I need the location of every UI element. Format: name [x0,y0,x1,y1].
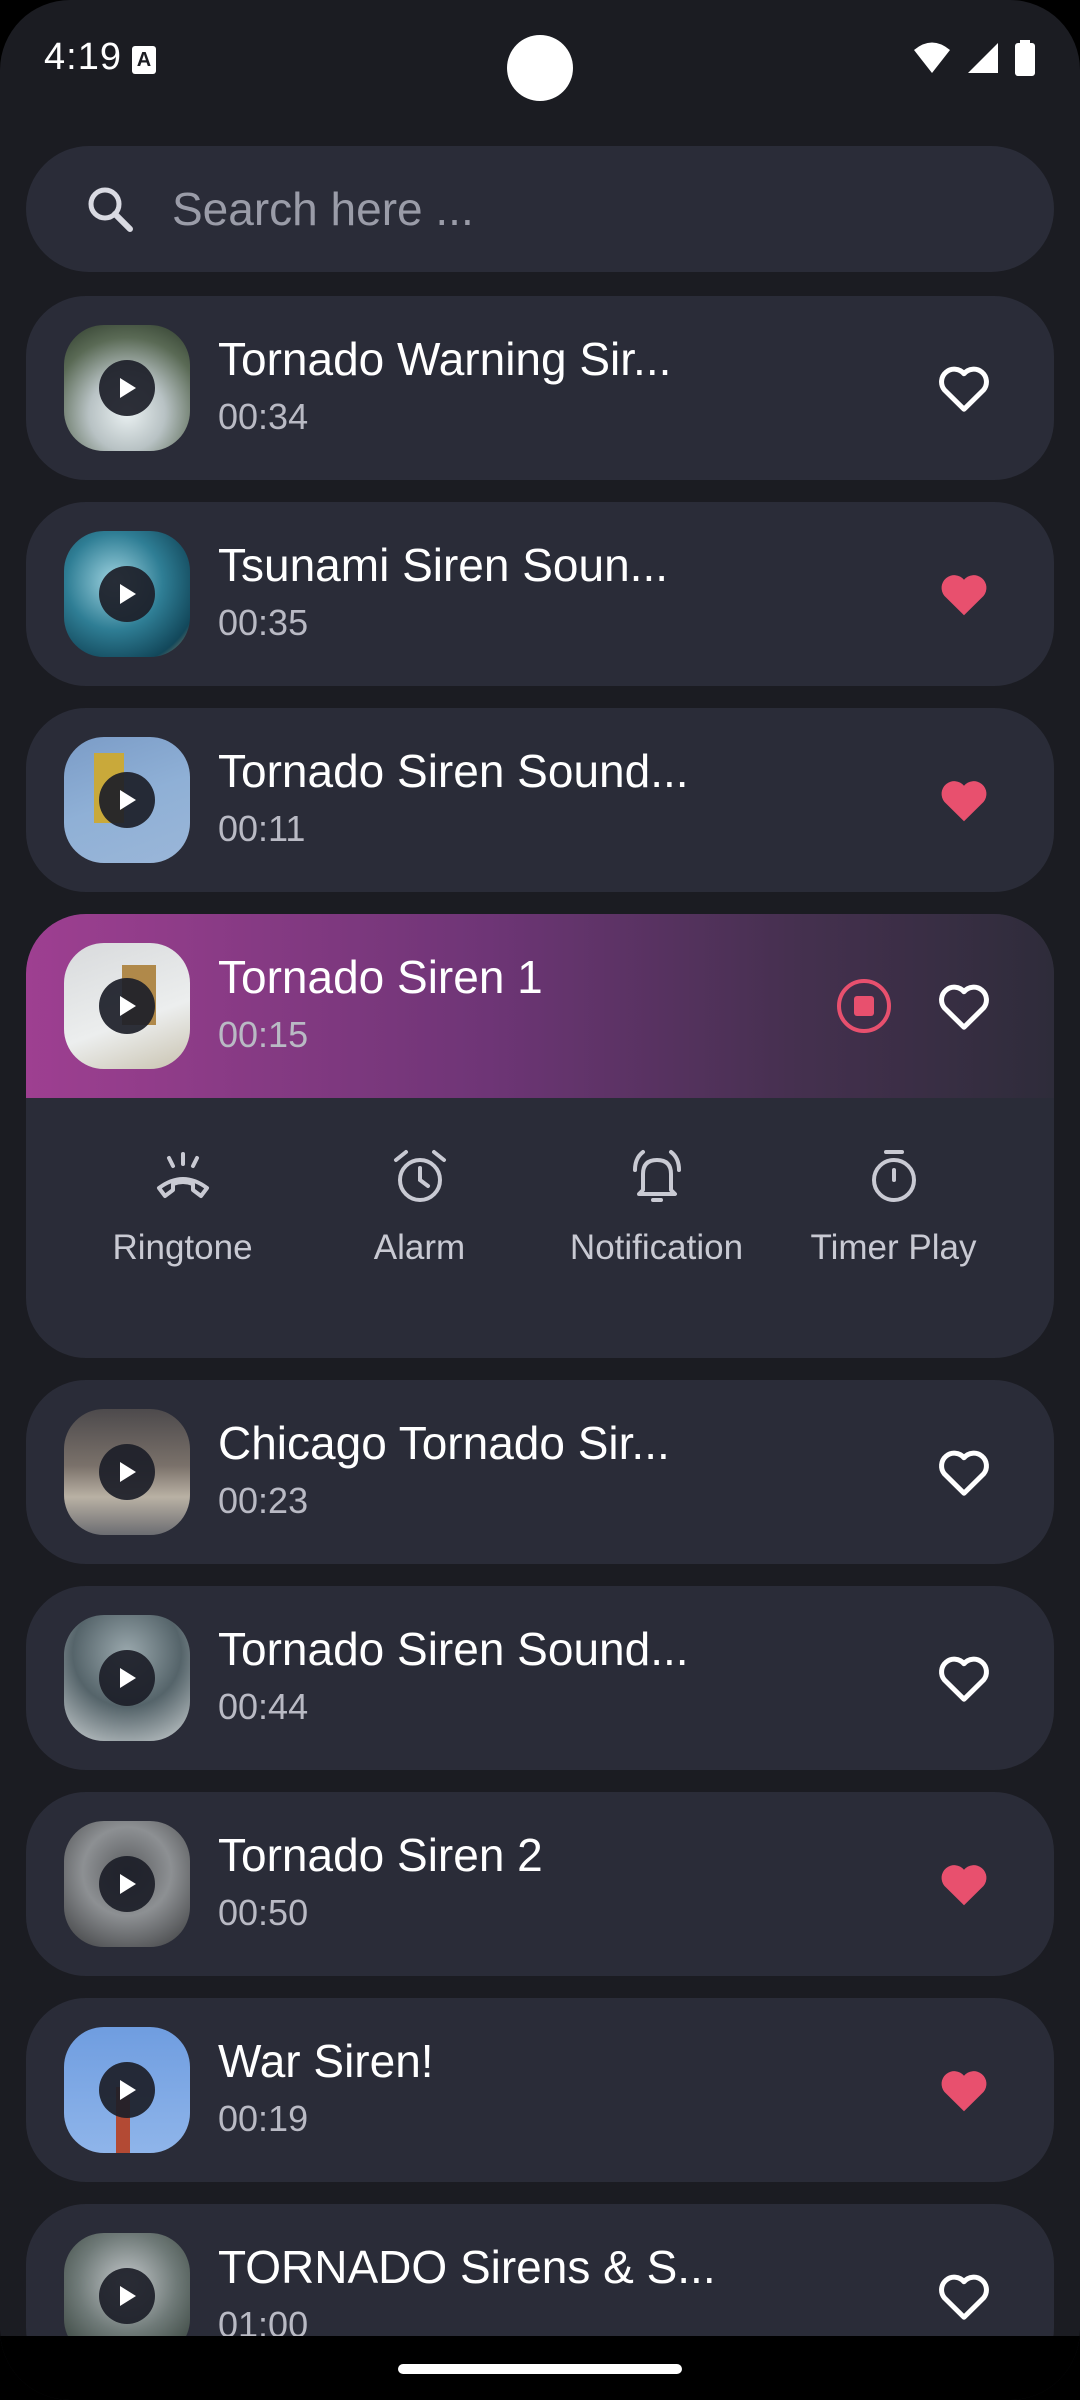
battery-icon [1015,40,1035,76]
heart-filled-icon[interactable] [934,770,994,830]
search-input[interactable] [172,182,972,236]
alarm-clock-icon [393,1150,446,1202]
sound-duration: 00:15 [218,1014,309,1055]
play-button[interactable] [99,978,155,1034]
sound-title: Tornado Siren 2 [218,1829,543,1881]
set-alarm-button[interactable]: Alarm [301,1144,538,1268]
play-icon [120,2080,136,2100]
play-icon [120,790,136,810]
sound-thumbnail [64,943,190,1069]
sound-thumbnail [64,531,190,657]
sound-item-expanded[interactable]: Tornado Siren 1 00:15 Ringtone Alarm Not… [26,914,1054,1358]
status-icons [912,40,1036,76]
camera-cutout [507,35,573,101]
app-screen: 4:19 A Tornado Warning Sir... 00:34 [0,0,1080,2400]
sound-thumbnail [64,1821,190,1947]
sound-item[interactable]: Tornado Warning Sir... 00:34 [26,296,1054,480]
timer-play-button[interactable]: Timer Play [775,1144,1012,1268]
heart-outline-icon[interactable] [934,976,994,1036]
set-ringtone-button[interactable]: Ringtone [64,1144,301,1268]
set-notification-button[interactable]: Notification [538,1144,775,1268]
sound-title: Tsunami Siren Soun... [218,539,669,591]
play-button[interactable] [99,2268,155,2324]
play-icon [120,1668,136,1688]
play-icon [120,2286,136,2306]
sound-list: Tornado Warning Sir... 00:34 Tsunami Sir… [26,296,1054,2400]
sound-duration: 00:34 [218,396,309,437]
stopwatch-icon [871,1150,916,1202]
sound-duration: 00:19 [218,2098,309,2139]
phone-ringing-icon [156,1152,209,1198]
action-label: Timer Play [810,1228,977,1267]
action-label: Ringtone [112,1228,253,1267]
sound-title: TORNADO Sirens & S... [218,2241,716,2293]
sound-duration: 00:35 [218,602,309,643]
play-icon [120,584,136,604]
heart-filled-icon[interactable] [934,1854,994,1914]
search-icon [88,187,133,232]
play-button[interactable] [99,1856,155,1912]
sound-title: Tornado Siren Sound... [218,1623,689,1675]
heart-outline-icon[interactable] [934,358,994,418]
action-label: Notification [569,1228,744,1267]
play-button[interactable] [99,1444,155,1500]
heart-outline-icon[interactable] [934,2266,994,2326]
status-time: 4:19 [44,36,122,78]
sound-item[interactable]: Tornado Siren 2 00:50 [26,1792,1054,1976]
sound-item[interactable]: Tornado Siren Sound... 00:11 [26,708,1054,892]
action-label: Alarm [373,1228,466,1267]
sound-item[interactable]: War Siren! 00:19 [26,1998,1054,2182]
sound-actions: Ringtone Alarm Notification Timer Play [26,1144,1054,1268]
sound-item[interactable]: Chicago Tornado Sir... 00:23 [26,1380,1054,1564]
sound-thumbnail [64,1409,190,1535]
sound-title: Tornado Siren Sound... [218,745,689,797]
play-icon [120,378,136,398]
sound-thumbnail [64,325,190,451]
sound-duration: 00:50 [218,1892,309,1933]
sound-duration: 00:23 [218,1480,309,1521]
stop-icon[interactable] [834,976,894,1036]
search-bar[interactable] [26,146,1054,272]
sound-thumbnail [64,737,190,863]
play-button[interactable] [99,2062,155,2118]
sound-thumbnail [64,2027,190,2153]
play-button[interactable] [99,772,155,828]
heart-filled-icon[interactable] [934,564,994,624]
sound-item[interactable]: Tornado Siren Sound... 00:44 [26,1586,1054,1770]
signal-icon [968,43,998,73]
heart-filled-icon[interactable] [934,2060,994,2120]
wifi-icon [914,42,950,73]
sound-title: Tornado Warning Sir... [218,333,672,385]
sound-title: Chicago Tornado Sir... [218,1417,670,1469]
play-icon [120,1462,136,1482]
sound-item[interactable]: Tsunami Siren Soun... 00:35 [26,502,1054,686]
sound-duration: 00:11 [218,808,306,849]
play-button[interactable] [99,566,155,622]
play-icon [120,1874,136,1894]
heart-outline-icon[interactable] [934,1442,994,1502]
play-icon [120,996,136,1016]
sound-title: Tornado Siren 1 [218,951,543,1003]
sound-title: War Siren! [218,2035,434,2087]
bell-ringing-icon [632,1150,681,1202]
play-button[interactable] [99,360,155,416]
sound-duration: 00:44 [218,1686,309,1727]
home-gesture-handle[interactable] [398,2364,682,2374]
a-icon: A [132,46,156,74]
status-bar: 4:19 A [0,0,1080,120]
sound-thumbnail [64,1615,190,1741]
heart-outline-icon[interactable] [934,1648,994,1708]
play-button[interactable] [99,1650,155,1706]
